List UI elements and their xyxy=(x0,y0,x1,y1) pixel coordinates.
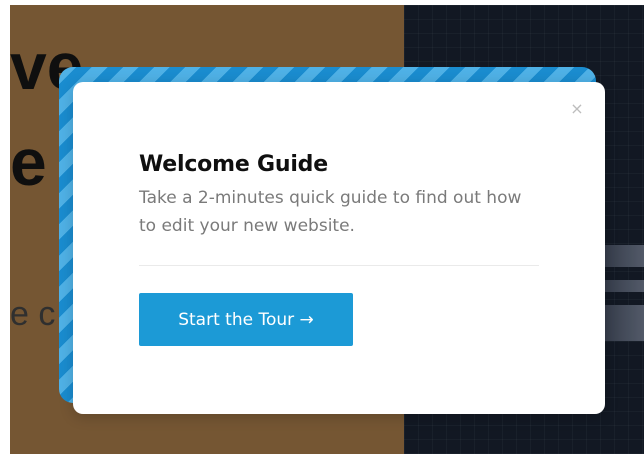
start-tour-button[interactable]: Start the Tour → xyxy=(139,293,353,346)
dialog-description: Take a 2-minutes quick guide to find out… xyxy=(139,188,522,236)
page-background: ve e e c × Welcome Guide Take a 2-minute… xyxy=(10,5,644,454)
close-icon[interactable]: × xyxy=(569,101,585,117)
welcome-guide-dialog: × Welcome Guide Take a 2-minutes quick g… xyxy=(73,82,605,414)
dialog-title: Welcome Guide xyxy=(139,152,328,177)
divider xyxy=(139,265,539,266)
